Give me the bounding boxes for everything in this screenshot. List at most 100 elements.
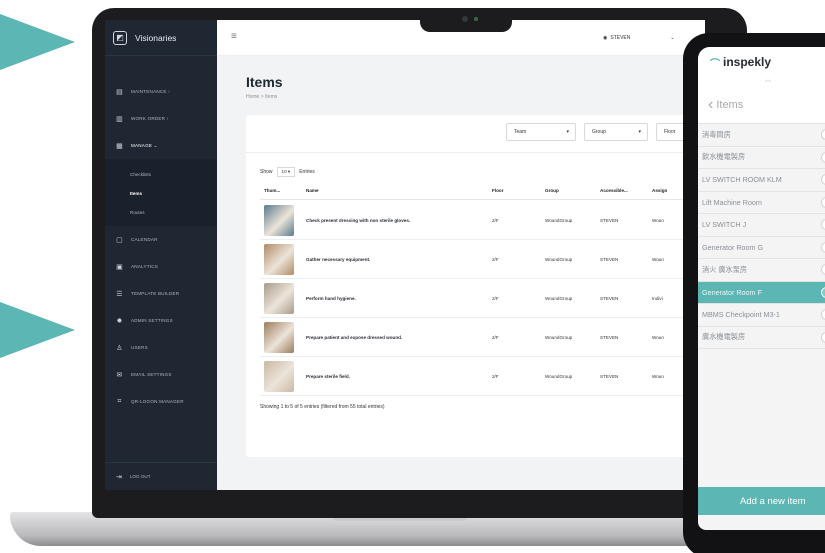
tablet-list-item[interactable]: 廣水機電製房	[698, 326, 825, 349]
tablet-list-item[interactable]: MBMS Checkpoint M3-1	[698, 304, 825, 327]
row-group: WoundGroup	[545, 257, 573, 262]
sidebar-item-items[interactable]: Items	[105, 184, 217, 203]
sidebar-item-qr-logon-manager[interactable]: ⌗ QR-LOGON MANAGER	[105, 388, 217, 415]
tablet-list-item[interactable]: 消毒間房	[698, 124, 825, 147]
sidebar-item-routes[interactable]: Routes	[105, 203, 217, 222]
table-row[interactable]: Perform hand hygiene. 2/F WoundGroup STEVEN…	[260, 279, 705, 318]
table-row[interactable]: Check present dressing with non sterile …	[260, 201, 705, 240]
column-header-group[interactable]: Group	[545, 188, 559, 193]
manage-submenu: Checklists Items Routes	[105, 159, 217, 226]
row-floor: 2/F	[492, 335, 499, 340]
table-row[interactable]: Prepare patient and expose dressed wound…	[260, 318, 705, 357]
qr-icon: ⌗	[117, 397, 122, 405]
column-header-assign[interactable]: Assign	[652, 188, 667, 193]
entries-select[interactable]: 10 ▾	[276, 167, 296, 177]
tablet-item-list: 消毒間房飲水機電製房 LV SWITCH ROOM KLM Lift Machine…	[698, 124, 825, 349]
sidebar-item-users[interactable]: ♙ USERS	[105, 334, 217, 361]
tablet-header: ⌒ inspekly	[698, 47, 825, 77]
status-circle-icon	[821, 286, 825, 298]
entries-summary: Showing 1 to 5 of 5 entries (filtered fr…	[260, 404, 385, 410]
document-icon: ▤	[116, 88, 123, 96]
chevron-up-icon: ︿	[698, 76, 825, 86]
tablet-screen: ⌒ inspekly ︿ ‹ Items 消毒間房飲水機電製房 LV SWITCH…	[698, 47, 825, 530]
tablet-list-item[interactable]: Generator Room G	[698, 236, 825, 259]
entries-selector: Show 10 ▾ Entries	[260, 167, 315, 177]
back-button[interactable]: ‹ Items	[698, 86, 825, 124]
row-thumbnail	[264, 244, 294, 275]
row-name: Gather necessary equipment.	[306, 257, 371, 262]
breadcrumb: Home > Items	[246, 94, 278, 100]
row-accessible: STEVEN	[600, 296, 619, 301]
sidebar-item-analytics[interactable]: ▣ ANALYTICS	[105, 253, 217, 280]
column-header-accessible[interactable]: Accessible...	[600, 188, 628, 193]
team-filter[interactable]: Team ▾	[506, 123, 576, 141]
row-thumbnail	[264, 322, 294, 353]
tablet-list-item-label: 飲水機電製房	[702, 152, 746, 162]
status-circle-icon	[821, 219, 825, 231]
row-assign: Woun	[652, 374, 664, 379]
tablet-list-item[interactable]: LV SWITCH ROOM KLM	[698, 169, 825, 192]
row-assign: Indivi	[652, 296, 663, 301]
laptop-screen: ◩ Visionaries ▤ MAINTENANCE › ▥ WORK ORD…	[105, 20, 705, 490]
chevron-left-icon: ‹	[708, 95, 714, 113]
add-item-button[interactable]: Add a new item	[698, 487, 825, 515]
row-name: Perform hand hygiene.	[306, 296, 356, 301]
tablet-list-item-label: Generator Room G	[702, 242, 764, 252]
tablet-list-item-label: LV SWITCH ROOM KLM	[702, 175, 782, 185]
sidebar: ◩ Visionaries ▤ MAINTENANCE › ▥ WORK ORD…	[105, 20, 217, 490]
menu-toggle-icon[interactable]: ≡	[231, 32, 241, 42]
brand-logo-icon: ◩	[113, 30, 127, 45]
row-thumbnail	[264, 361, 294, 392]
row-assign: Woun	[652, 257, 664, 262]
grid-icon: ▦	[116, 142, 123, 150]
row-name: Check present dressing with non sterile …	[306, 218, 411, 223]
sidebar-nav: ▤ MAINTENANCE › ▥ WORK ORDER › ▦ MANAGE …	[105, 56, 217, 415]
row-floor: 2/F	[492, 257, 499, 262]
sidebar-item-manage[interactable]: ▦ MANAGE ⌄	[105, 132, 217, 159]
row-group: WoundGroup	[545, 374, 573, 379]
sidebar-item-admin-settings[interactable]: ✹ ADMIN SETTINGS	[105, 307, 217, 334]
column-header-thumbnail[interactable]: Thum...	[264, 188, 280, 193]
pointer-arrow-bottom	[0, 302, 75, 358]
row-accessible: STEVEN	[600, 218, 619, 223]
main-content: Items Home > Items Team ▾ Group ▾ Floor Sh…	[217, 56, 705, 490]
tablet-list-item-label: LV SWITCH J	[702, 220, 747, 230]
column-header-floor[interactable]: Floor	[492, 188, 503, 193]
tablet-list-item[interactable]: LV SWITCH J	[698, 214, 825, 237]
status-circle-icon	[821, 264, 825, 276]
tablet-list-item-label: Generator Room F	[702, 287, 762, 297]
row-accessible: STEVEN	[600, 257, 619, 262]
status-circle-icon	[821, 241, 825, 253]
sidebar-item-checklists[interactable]: Checklists	[105, 165, 217, 184]
sidebar-item-work-order[interactable]: ▥ WORK ORDER ›	[105, 105, 217, 132]
sidebar-item-email-settings[interactable]: ✉ EMAIL SETTINGS	[105, 361, 217, 388]
table-row[interactable]: Prepare sterile field. 2/F WoundGroup STEVE…	[260, 357, 705, 396]
gear-icon: ✹	[116, 317, 123, 325]
row-accessible: STEVEN	[600, 335, 619, 340]
tablet-list-item[interactable]: Lift Machine Room	[698, 191, 825, 214]
row-name: Prepare sterile field.	[306, 374, 350, 379]
table-row[interactable]: Gather necessary equipment. 2/F WoundGroup…	[260, 240, 705, 279]
sidebar-item-calendar[interactable]: ▢ CALENDAR	[105, 226, 217, 253]
chevron-down-icon: ⌄	[670, 35, 675, 41]
status-circle-icon	[821, 151, 825, 163]
tablet-list-item-label: 消火 廣水泵房	[702, 264, 748, 274]
user-menu[interactable]: ◉ STEVEN ⌄	[603, 35, 675, 41]
tablet-list-item[interactable]: Generator Room F	[698, 281, 825, 304]
row-assign: Woun	[652, 335, 664, 340]
row-accessible: STEVEN	[600, 374, 619, 379]
sidebar-item-maintenance[interactable]: ▤ MAINTENANCE ›	[105, 78, 217, 105]
calendar-icon: ▢	[116, 236, 123, 244]
column-header-name[interactable]: Name	[306, 188, 319, 193]
leaf-logo-icon: ⌒	[710, 58, 720, 70]
brand[interactable]: ◩ Visionaries	[105, 20, 217, 56]
tablet-list-item[interactable]: 消火 廣水泵房	[698, 259, 825, 282]
status-circle-icon	[821, 129, 825, 141]
tablet-list-item[interactable]: 飲水機電製房	[698, 146, 825, 169]
items-card: Team ▾ Group ▾ Floor Show 10 ▾ Entries Thu…	[246, 115, 705, 457]
group-filter[interactable]: Group ▾	[584, 123, 648, 141]
tablet-list-item-label: 廣水機電製房	[702, 332, 746, 342]
status-circle-icon	[821, 331, 825, 343]
logout-button[interactable]: ⇥ LOG OUT	[105, 462, 217, 490]
sidebar-item-template-builder[interactable]: ☰ TEMPLATE BUILDER	[105, 280, 217, 307]
